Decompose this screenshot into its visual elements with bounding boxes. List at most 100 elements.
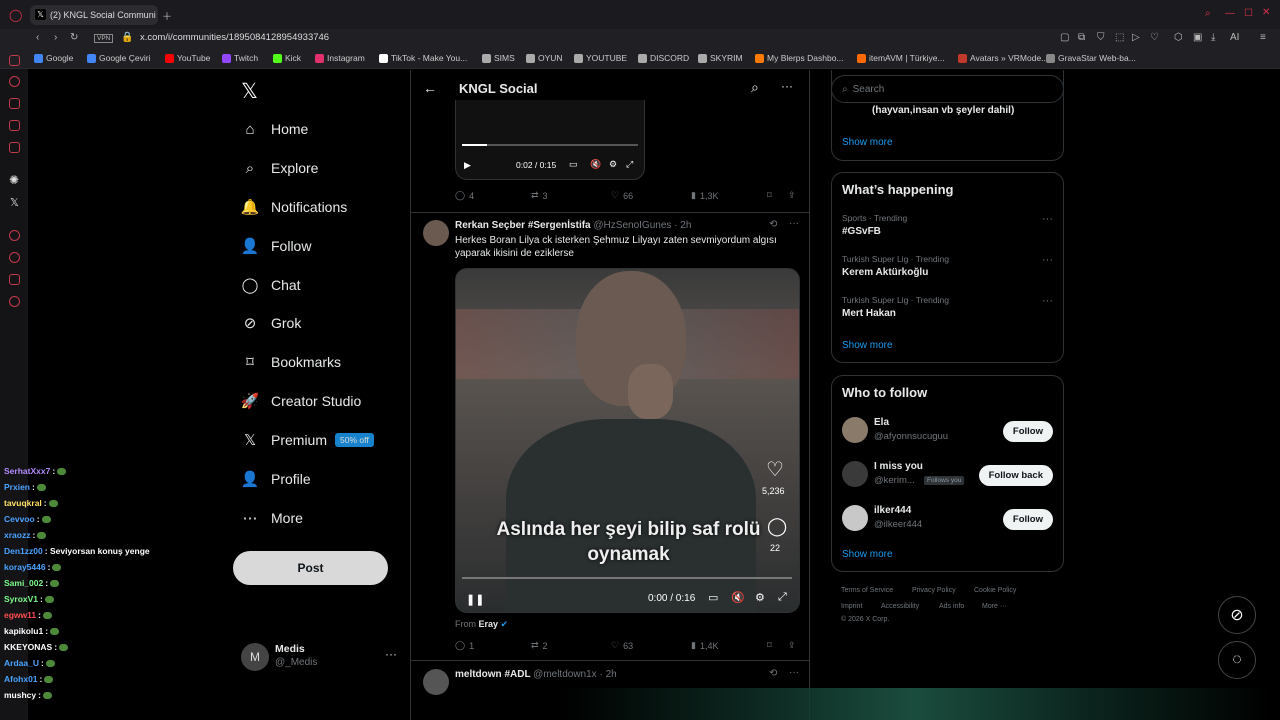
url-field[interactable]: x.com/i/communities/1895084128954933746 xyxy=(140,32,329,43)
nav-item-premium[interactable]: 𝕏 Premium 50% off xyxy=(241,425,374,455)
settings-sidebar-icon[interactable] xyxy=(9,296,20,307)
video-comment-icon[interactable]: ◯ xyxy=(767,516,787,537)
bookmark-item[interactable]: GravaStar Web-ba... xyxy=(1046,53,1136,63)
nav-item-bookmarks[interactable]: ⌑ Bookmarks xyxy=(241,347,341,377)
box-icon[interactable]: ⬚ xyxy=(1115,32,1124,43)
forward-icon[interactable]: › xyxy=(54,32,57,43)
play-icon[interactable]: ▶ xyxy=(464,160,471,171)
captions-icon[interactable]: ▭ xyxy=(708,591,718,604)
nav-item-notifications[interactable]: 🔔 Notifications xyxy=(241,192,348,222)
show-more-link[interactable]: Show more xyxy=(842,549,893,560)
avatar[interactable] xyxy=(842,417,868,443)
footer-link[interactable]: Imprint xyxy=(841,603,862,610)
follow-suggestion[interactable]: I miss you @kerim... Follows you Follow bac… xyxy=(832,460,1063,492)
shield-icon[interactable]: ⛉ xyxy=(1097,32,1105,43)
clock-icon[interactable] xyxy=(9,252,20,263)
footer-link[interactable]: Accessibility xyxy=(881,603,919,610)
bookmarks-sidebar-icon[interactable] xyxy=(9,120,20,131)
bookmark-item[interactable]: OYUN xyxy=(526,53,563,63)
trend-more-icon[interactable]: ··· xyxy=(1042,295,1053,307)
footer-link[interactable]: More ··· xyxy=(982,603,1007,610)
chat-fab-icon[interactable]: ◌ xyxy=(1218,641,1256,679)
avatar[interactable] xyxy=(842,461,868,487)
tweet3-author[interactable]: meltdown #ADL xyxy=(455,669,530,680)
bookmark-item[interactable]: My Blerps Dashbo... xyxy=(755,53,844,63)
video-like-icon[interactable]: ♡ xyxy=(766,457,784,482)
captions-icon[interactable]: ▭ xyxy=(569,159,578,170)
nav-item-home[interactable]: ⌂ Home xyxy=(241,114,308,144)
reload-icon[interactable]: ↻ xyxy=(70,32,78,43)
trend-item[interactable]: Turkish Super Lig · Trending Kerem Aktürk… xyxy=(832,254,1063,290)
nav-item-explore[interactable]: ⌕ Explore xyxy=(241,153,319,183)
video-progress-track[interactable] xyxy=(462,144,638,146)
video-progress-track[interactable] xyxy=(462,577,792,579)
repost-action[interactable]: ⇄ 3 xyxy=(531,190,548,201)
bookmark-item[interactable]: Avatars » VRMode... xyxy=(958,53,1048,63)
bookmark-item[interactable]: itemAVM | Türkiye... xyxy=(857,53,945,63)
menu-icon[interactable]: ≡ xyxy=(1260,32,1266,43)
messenger-icon[interactable] xyxy=(9,55,20,66)
mute-icon[interactable]: 🔇 xyxy=(731,591,745,604)
bookmark-item[interactable]: DISCORD xyxy=(638,53,689,63)
tweet3-avatar[interactable] xyxy=(423,669,449,695)
fullscreen-icon[interactable]: ⤢ xyxy=(778,591,787,604)
share-icon[interactable]: ⇪ xyxy=(788,190,796,201)
play-icon[interactable]: ▷ xyxy=(1132,32,1140,43)
follow-button[interactable]: Follow back xyxy=(978,465,1053,486)
from-name[interactable]: Eray xyxy=(479,619,499,629)
extension-icon[interactable]: ▢ xyxy=(1060,32,1069,43)
bookmark-item[interactable]: YouTube xyxy=(165,53,210,63)
follow-button[interactable]: Follow xyxy=(1002,421,1053,442)
puzzle-icon[interactable]: ⬡ xyxy=(1174,32,1183,43)
bookmark-icon[interactable]: ⌑ xyxy=(767,640,772,651)
search-tabs-icon[interactable]: ⌕ xyxy=(1205,8,1211,19)
like-action[interactable]: ♡ 63 xyxy=(611,640,633,651)
x-sidebar-icon[interactable]: 𝕏 xyxy=(10,196,19,209)
reply-action[interactable]: ◯ 1 xyxy=(455,640,474,651)
account-more-icon[interactable]: ··· xyxy=(385,647,397,661)
grok-icon[interactable]: ⟲ xyxy=(769,219,777,230)
tweet1-video[interactable]: ▶ 0:02 / 0:15 ▭ 🔇 ⚙ ⤢ xyxy=(455,100,645,180)
views-action[interactable]: ▮ 1,3K xyxy=(691,190,718,201)
reply-action[interactable]: ◯ 4 xyxy=(455,190,474,201)
heart-icon[interactable]: ♡ xyxy=(1150,32,1159,43)
settings-icon[interactable]: ⚙ xyxy=(755,591,765,604)
tweet2-more-icon[interactable]: ··· xyxy=(789,218,799,229)
nav-item-creator-studio[interactable]: 🚀 Creator Studio xyxy=(241,386,362,416)
search-input[interactable]: ⌕ Search xyxy=(831,75,1064,103)
community-search-icon[interactable]: ⌕ xyxy=(751,79,759,96)
snapshot-icon[interactable]: ⧉ xyxy=(1078,32,1085,43)
player-icon[interactable] xyxy=(9,230,20,241)
follow-button[interactable]: Follow xyxy=(1002,509,1053,530)
history-icon[interactable] xyxy=(9,76,20,87)
tweet2-handle[interactable]: @HzSenoIGunes xyxy=(593,220,671,231)
bookmark-item[interactable]: Instagram xyxy=(315,53,365,63)
views-action[interactable]: ▮ 1,4K xyxy=(691,640,718,651)
footer-link[interactable]: Privacy Policy xyxy=(912,587,956,594)
footer-link[interactable]: Terms of Service xyxy=(841,587,893,594)
nav-item-chat[interactable]: ◯ Chat xyxy=(241,270,301,300)
trend-item[interactable]: Turkish Super Lig · Trending Mert Hakan ··… xyxy=(832,295,1063,331)
bookmark-item[interactable]: Twitch xyxy=(222,53,258,63)
mute-icon[interactable]: 🔇 xyxy=(590,159,601,170)
back-arrow-icon[interactable]: ← xyxy=(423,80,437,96)
back-icon[interactable]: ‹ xyxy=(36,32,39,43)
footer-link[interactable]: Ads info xyxy=(939,603,964,610)
pinboard-icon[interactable] xyxy=(9,274,20,285)
bookmark-item[interactable]: Google Çeviri xyxy=(87,53,151,63)
grok-icon[interactable]: ⟲ xyxy=(769,668,777,679)
nav-item-follow[interactable]: 👤 Follow xyxy=(241,231,312,261)
tweet2-avatar[interactable] xyxy=(423,220,449,246)
tweet3-time[interactable]: · 2h xyxy=(599,669,616,680)
follow-suggestion[interactable]: ilker444 @ilkeer444 Follow xyxy=(832,504,1063,536)
avatar[interactable] xyxy=(842,505,868,531)
download-icon[interactable]: ⤓ xyxy=(1211,32,1215,43)
bookmark-item[interactable]: Google xyxy=(34,53,73,63)
trend-more-icon[interactable]: ··· xyxy=(1042,213,1053,225)
tweet3-handle[interactable]: @meltdown1x xyxy=(533,669,597,680)
grok-fab-icon[interactable]: ⊘ xyxy=(1218,596,1256,634)
x-home-logo-icon[interactable]: 𝕏 xyxy=(241,79,258,104)
lock-icon[interactable]: 🔒 xyxy=(121,32,133,43)
trend-more-icon[interactable]: ··· xyxy=(1042,254,1053,266)
opera-logo-icon[interactable]: ◯ xyxy=(9,8,22,22)
